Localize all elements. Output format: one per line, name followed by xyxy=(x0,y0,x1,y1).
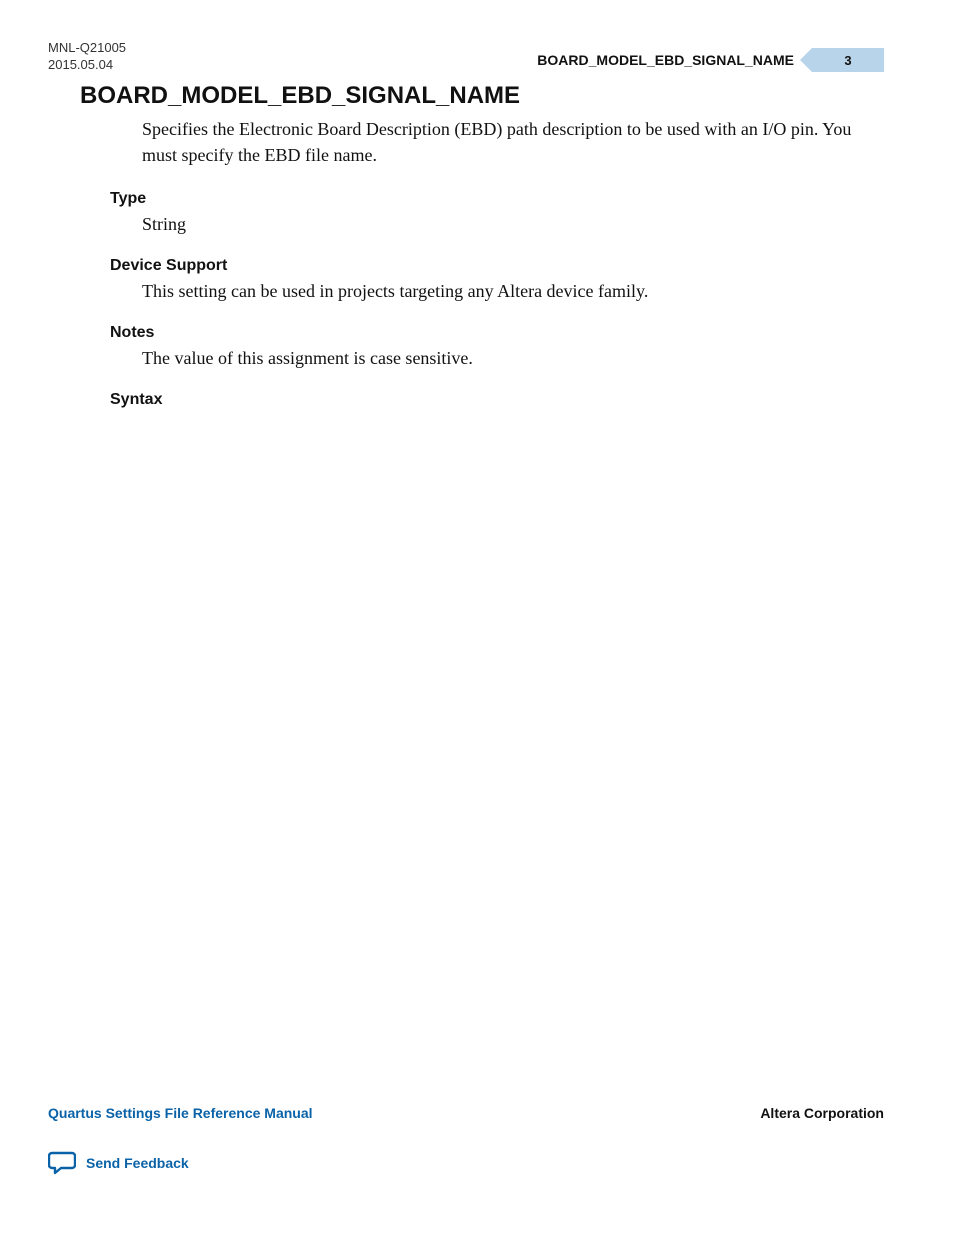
send-feedback-label: Send Feedback xyxy=(86,1155,189,1171)
page-description: Specifies the Electronic Board Descripti… xyxy=(142,116,884,168)
page-number-badge: 3 xyxy=(812,48,884,72)
header-right: BOARD_MODEL_EBD_SIGNAL_NAME 3 xyxy=(537,48,884,72)
section-heading: Syntax xyxy=(110,391,884,409)
section-body: String xyxy=(142,214,884,235)
speech-bubble-icon xyxy=(48,1151,76,1175)
section-body: This setting can be used in projects tar… xyxy=(142,281,884,302)
section-type: Type String xyxy=(80,190,884,235)
main-content: BOARD_MODEL_EBD_SIGNAL_NAME Specifies th… xyxy=(80,82,884,431)
running-title: BOARD_MODEL_EBD_SIGNAL_NAME xyxy=(537,52,794,68)
page-footer: Quartus Settings File Reference Manual A… xyxy=(48,1105,884,1175)
section-heading: Device Support xyxy=(110,257,884,275)
company-name: Altera Corporation xyxy=(760,1105,884,1121)
page-number: 3 xyxy=(844,53,851,68)
section-heading: Notes xyxy=(110,324,884,342)
section-syntax: Syntax xyxy=(80,391,884,409)
section-notes: Notes The value of this assignment is ca… xyxy=(80,324,884,369)
section-device-support: Device Support This setting can be used … xyxy=(80,257,884,302)
send-feedback-link[interactable]: Send Feedback xyxy=(48,1151,189,1175)
section-body: The value of this assignment is case sen… xyxy=(142,348,884,369)
page-title: BOARD_MODEL_EBD_SIGNAL_NAME xyxy=(80,82,884,110)
section-heading: Type xyxy=(110,190,884,208)
page-header: MNL-Q21005 2015.05.04 BOARD_MODEL_EBD_SI… xyxy=(48,40,884,80)
manual-title-link[interactable]: Quartus Settings File Reference Manual xyxy=(48,1105,313,1121)
footer-top-row: Quartus Settings File Reference Manual A… xyxy=(48,1105,884,1121)
